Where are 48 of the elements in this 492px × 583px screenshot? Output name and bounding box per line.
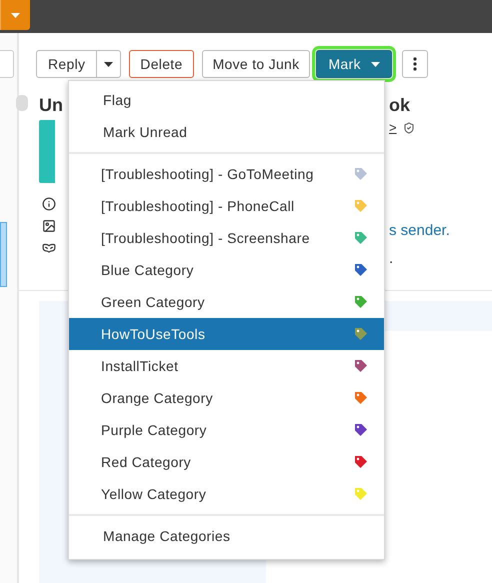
image-icon — [42, 219, 56, 233]
category-label: HowToUseTools — [101, 324, 206, 344]
dropdown-button[interactable] — [0, 0, 30, 30]
category-label: Orange Category — [101, 388, 213, 408]
category-label: [Troubleshooting] - Screenshare — [101, 228, 310, 248]
selected-message[interactable] — [0, 222, 7, 287]
category-label: Yellow Category — [101, 484, 206, 504]
subject-text: ok — [389, 94, 412, 116]
caret-icon — [370, 62, 380, 66]
menu-item[interactable]: Flag — [69, 84, 384, 116]
reply-options-button[interactable] — [97, 50, 122, 78]
shield-icon — [402, 122, 415, 134]
info-icon — [42, 197, 56, 211]
category-menu-item[interactable]: [Troubleshooting] - GoToMeeting — [69, 158, 384, 190]
scrollbar-thumb[interactable] — [16, 95, 28, 111]
category-menu-item[interactable]: Orange Category — [69, 382, 384, 414]
move-to-junk-button[interactable]: Move to Junk — [202, 50, 310, 78]
category-menu-item[interactable]: Yellow Category — [69, 478, 384, 510]
partial-button[interactable] — [0, 50, 14, 78]
category-menu-item[interactable]: InstallTicket — [69, 350, 384, 382]
more-icon — [412, 57, 417, 71]
category-menu-item[interactable]: Green Category — [69, 286, 384, 318]
menu-item[interactable]: Manage Categories — [69, 520, 384, 552]
caret-icon — [11, 12, 20, 18]
category-menu-item[interactable]: Red Category — [69, 446, 384, 478]
mask-icon — [42, 241, 56, 255]
subject-text: Un — [39, 94, 63, 116]
category-label: [Troubleshooting] - PhoneCall — [101, 196, 294, 216]
category-label: [Troubleshooting] - GoToMeeting — [101, 164, 314, 184]
category-menu-item[interactable]: HowToUseTools — [69, 318, 384, 350]
category-menu-item[interactable]: Blue Category — [69, 254, 384, 286]
category-menu-item[interactable]: [Troubleshooting] - PhoneCall — [69, 190, 384, 222]
category-menu-item[interactable]: Purple Category — [69, 414, 384, 446]
category-label: Blue Category — [101, 260, 194, 280]
category-label: InstallTicket — [101, 356, 178, 376]
reply-button[interactable]: Reply — [36, 50, 98, 78]
sender-address[interactable]: > — [389, 118, 397, 138]
category-menu-item[interactable]: [Troubleshooting] - Screenshare — [69, 222, 384, 254]
category-label: Red Category — [101, 452, 191, 472]
menu-item[interactable]: Mark Unread — [69, 116, 384, 148]
delete-button[interactable]: Delete — [129, 50, 194, 78]
caret-icon — [104, 62, 114, 66]
category-label: Purple Category — [101, 420, 207, 440]
note-text: . — [389, 249, 394, 269]
avatar-tile — [39, 120, 55, 183]
category-label: Green Category — [101, 292, 205, 312]
more-options-button[interactable] — [402, 50, 428, 78]
trust-sender-link[interactable]: s sender. — [389, 220, 450, 242]
